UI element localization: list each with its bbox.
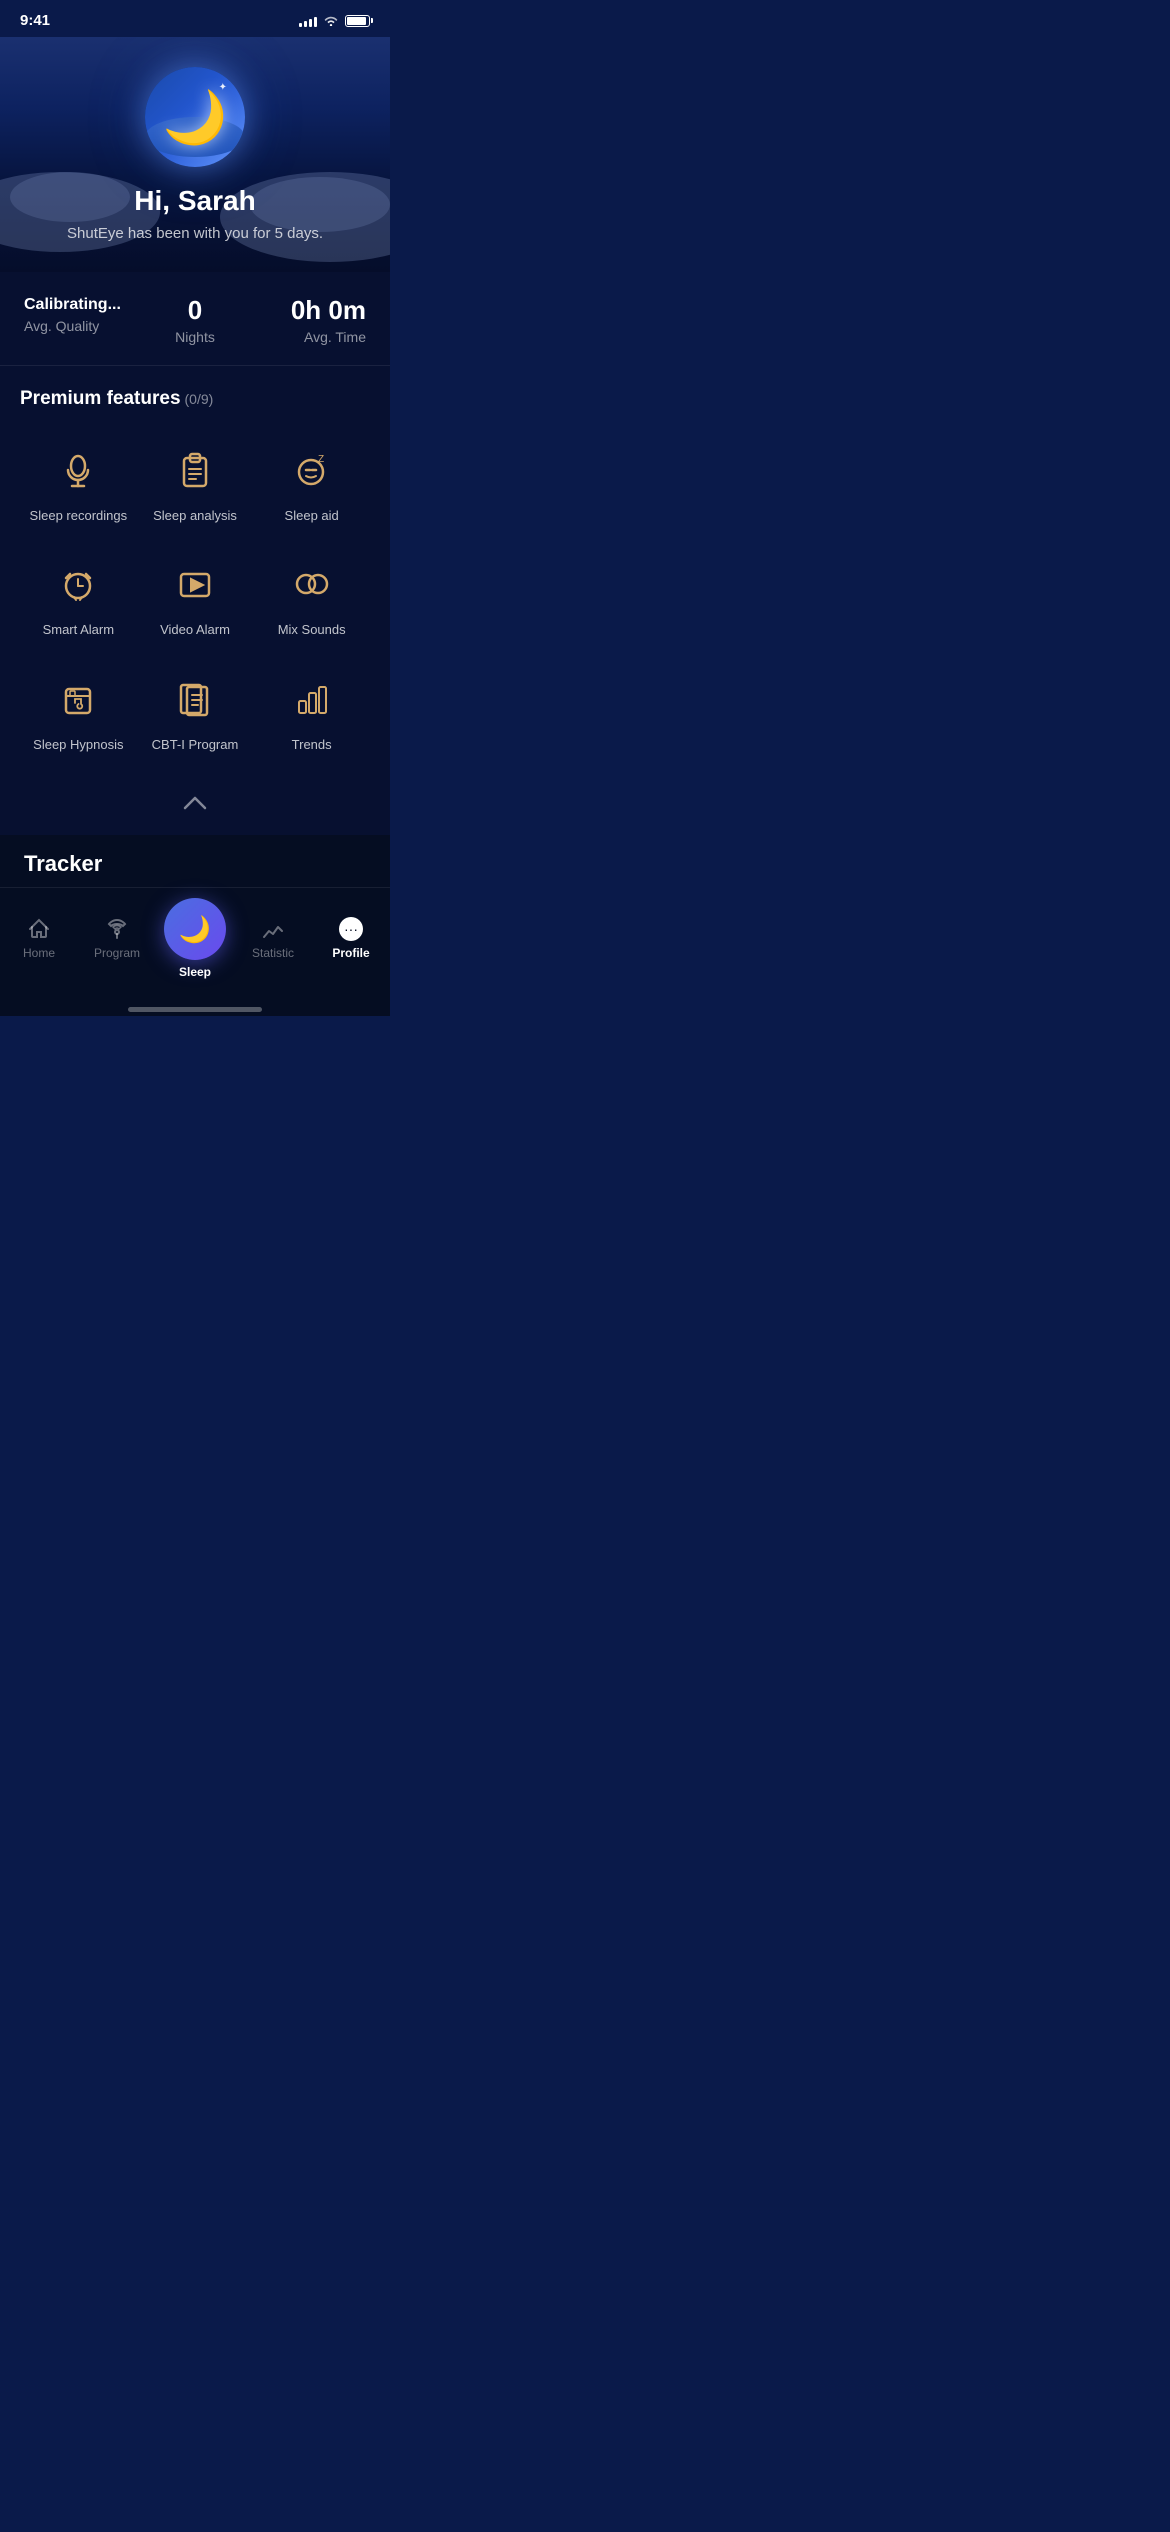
svg-text:Z: Z (318, 454, 324, 465)
feature-sleep-hypnosis[interactable]: Sleep Hypnosis (20, 657, 137, 772)
nav-profile-label: Profile (332, 946, 369, 960)
moon-container: 🌙 ✦ (0, 47, 390, 185)
greeting-subtitle: ShutEye has been with you for 5 days. (0, 225, 390, 242)
signal-icon (299, 15, 317, 27)
statistic-icon (261, 917, 285, 941)
nav-item-statistic[interactable]: Statistic (234, 917, 312, 960)
profile-icon: ··· (339, 917, 363, 941)
time: 9:41 (20, 12, 50, 29)
home-indicator (0, 999, 390, 1016)
nav-item-program[interactable]: Program (78, 917, 156, 960)
alarm-clock-icon (50, 556, 106, 612)
feature-sleep-recordings[interactable]: Sleep recordings (20, 428, 137, 543)
status-icons (299, 13, 370, 29)
stats-row: Calibrating... Avg. Quality 0 Nights 0h … (24, 296, 366, 345)
smart-alarm-label: Smart Alarm (43, 622, 115, 639)
sleep-analysis-label: Sleep analysis (153, 508, 237, 525)
premium-features-badge: (0/9) (185, 391, 214, 407)
feature-cbti-program[interactable]: CBT-I Program (137, 657, 254, 772)
mix-sounds-icon (284, 556, 340, 612)
greeting-section: Hi, Sarah ShutEye has been with you for … (0, 185, 390, 242)
battery-icon (345, 15, 370, 27)
cbti-program-label: CBT-I Program (152, 737, 239, 754)
nav-program-label: Program (94, 946, 140, 960)
greeting-title: Hi, Sarah (0, 185, 390, 217)
avg-time-label: Avg. Time (252, 329, 366, 345)
sleep-hypnosis-label: Sleep Hypnosis (33, 737, 123, 754)
nav-sleep-label: Sleep (179, 965, 211, 979)
nav-item-sleep[interactable]: 🌙 Sleep (156, 898, 234, 979)
avg-quality-stat: Calibrating... Avg. Quality (24, 296, 138, 334)
program-icon (105, 917, 129, 941)
feature-mix-sounds[interactable]: Mix Sounds (253, 542, 370, 657)
program-book-icon (167, 671, 223, 727)
avg-time-value: 0h 0m (252, 296, 366, 325)
video-play-icon (167, 556, 223, 612)
feature-sleep-aid[interactable]: Z Sleep aid (253, 428, 370, 543)
sleeping-face-icon: Z (284, 442, 340, 498)
home-icon (27, 917, 51, 941)
nav-statistic-label: Statistic (252, 946, 294, 960)
feature-smart-alarm[interactable]: Smart Alarm (20, 542, 137, 657)
microphone-icon (50, 442, 106, 498)
avg-quality-value: Calibrating... (24, 296, 138, 314)
music-box-icon (50, 671, 106, 727)
sleep-button[interactable]: 🌙 (164, 898, 226, 960)
hero-section: 🌙 ✦ Hi, Sarah ShutEye has been with you … (0, 37, 390, 272)
premium-features-title: Premium features (20, 388, 181, 410)
avg-time-stat: 0h 0m Avg. Time (252, 296, 366, 345)
premium-features-header: Premium features (0/9) (20, 366, 370, 428)
moon-image: 🌙 ✦ (145, 67, 245, 167)
sleep-aid-label: Sleep aid (285, 508, 339, 525)
nav-item-profile[interactable]: ··· Profile (312, 917, 390, 960)
feature-video-alarm[interactable]: Video Alarm (137, 542, 254, 657)
bar-chart-icon (284, 671, 340, 727)
nights-value: 0 (138, 296, 252, 325)
clipboard-icon (167, 442, 223, 498)
trends-label: Trends (292, 737, 332, 754)
collapse-button[interactable] (20, 782, 370, 835)
stats-section: Calibrating... Avg. Quality 0 Nights 0h … (0, 272, 390, 365)
feature-sleep-analysis[interactable]: Sleep analysis (137, 428, 254, 543)
status-bar: 9:41 (0, 0, 390, 37)
nights-stat: 0 Nights (138, 296, 252, 345)
sleep-recordings-label: Sleep recordings (30, 508, 128, 525)
nav-item-home[interactable]: Home (0, 917, 78, 960)
main-content: Premium features (0/9) Sleep recordings (0, 365, 390, 836)
tracker-section: Tracker (0, 835, 390, 887)
tracker-title: Tracker (24, 851, 366, 877)
feature-trends[interactable]: Trends (253, 657, 370, 772)
bottom-nav: Home Program 🌙 Sleep Statistic ··· Profi… (0, 887, 390, 999)
moon-nav-icon: 🌙 (179, 914, 211, 945)
feature-grid: Sleep recordings Sleep analysis (20, 428, 370, 783)
mix-sounds-label: Mix Sounds (278, 622, 346, 639)
avg-quality-label: Avg. Quality (24, 318, 138, 334)
video-alarm-label: Video Alarm (160, 622, 230, 639)
wifi-icon (323, 13, 339, 29)
nav-home-label: Home (23, 946, 55, 960)
nights-label: Nights (138, 329, 252, 345)
